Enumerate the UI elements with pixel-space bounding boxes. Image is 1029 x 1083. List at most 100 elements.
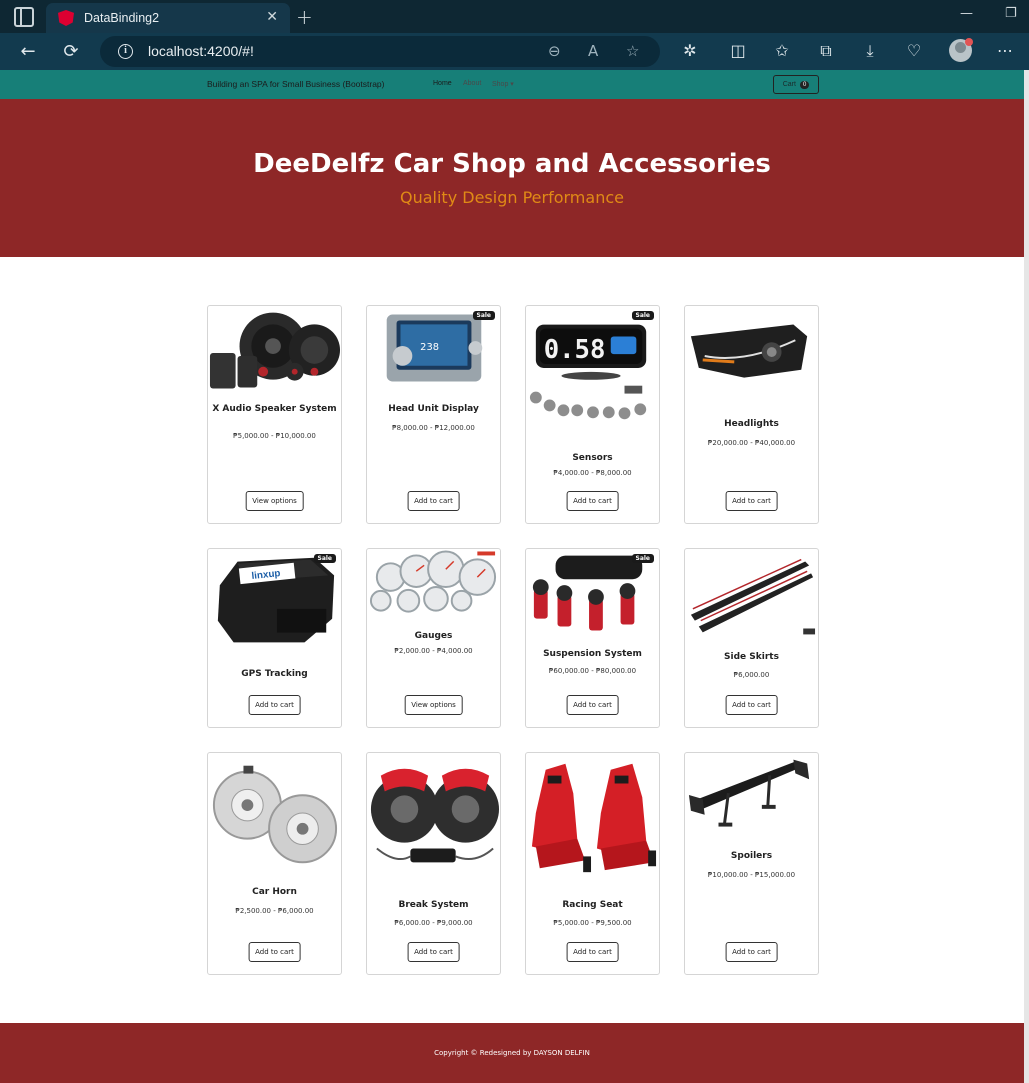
product-name[interactable]: Headlights <box>689 418 814 430</box>
product-name[interactable]: X Audio Speaker System <box>212 403 337 415</box>
product-price: ₱20,000.00 - ₱40,000.00 <box>707 439 796 447</box>
cart-count-badge: 0 <box>799 80 810 89</box>
headlight-image <box>690 324 808 378</box>
product-card-break-system: Break System ₱6,000.00 - ₱9,000.00 Add t… <box>366 752 501 975</box>
product-name[interactable]: Side Skirts <box>689 651 814 663</box>
gauges-image <box>369 550 497 613</box>
product-price: ₱6,000.00 <box>733 671 770 679</box>
refresh-icon[interactable]: ⟳ <box>60 41 82 62</box>
product-card-sensors: 0.58 Sale Sensors ₱4,000.00 - ₱8,000.00 … <box>525 305 660 524</box>
brake-system-image <box>370 768 500 863</box>
page-footer: Copyright © Redesigned by DAYSON DELFIN <box>0 1023 1024 1083</box>
product-card-head-unit: 238 Sale Head Unit Display ₱8,000.00 - ₱… <box>366 305 501 524</box>
cart-button[interactable]: Cart 0 <box>773 75 819 94</box>
sale-badge: Sale <box>631 311 654 320</box>
sensor-display-reading: 0.58 <box>544 335 606 365</box>
back-icon[interactable]: ← <box>17 41 39 62</box>
cart-label: Cart <box>782 81 796 88</box>
new-tab-icon[interactable]: + <box>296 5 313 29</box>
add-to-cart-button[interactable]: Add to cart <box>407 942 460 962</box>
sale-badge: Sale <box>472 311 495 320</box>
browser-tab-bar: DataBinding2 ✕ + — ❐ <box>0 0 1029 33</box>
product-card-racing-seat: Racing Seat ₱5,000.00 - ₱9,500.00 Add to… <box>525 752 660 975</box>
product-card-gps-tracking: linxup Sale GPS Tracking Add to cart <box>207 548 342 728</box>
read-aloud-icon[interactable]: A <box>588 42 598 60</box>
add-to-cart-button[interactable]: Add to cart <box>407 491 460 511</box>
view-options-button[interactable]: View options <box>404 695 463 715</box>
product-price: ₱10,000.00 - ₱15,000.00 <box>707 871 796 879</box>
address-bar[interactable]: i localhost:4200/#! ⊖ A ☆ <box>100 36 660 67</box>
add-to-cart-button[interactable]: Add to cart <box>566 491 619 511</box>
view-options-button[interactable]: View options <box>245 491 304 511</box>
product-card-audio-speaker: X Audio Speaker System ₱5,000.00 - ₱10,0… <box>207 305 342 524</box>
navbar-brand[interactable]: Building an SPA for Small Business (Boot… <box>207 79 384 89</box>
side-skirts-image <box>690 558 816 635</box>
product-name[interactable]: Sensors <box>530 452 655 464</box>
browser-tab[interactable]: DataBinding2 ✕ <box>46 3 290 33</box>
product-price: ₱5,000.00 - ₱9,500.00 <box>553 919 632 927</box>
product-price: ₱2,500.00 - ₱6,000.00 <box>235 907 314 915</box>
product-name[interactable]: Head Unit Display <box>371 403 496 415</box>
product-card-headlights: Headlights ₱20,000.00 - ₱40,000.00 Add t… <box>684 305 819 524</box>
add-to-cart-button[interactable]: Add to cart <box>566 942 619 962</box>
gps-tracker-image: linxup <box>217 557 335 643</box>
add-to-cart-button[interactable]: Add to cart <box>248 695 301 715</box>
page-subtitle: Quality Design Performance <box>400 188 624 207</box>
product-card-car-horn: Car Horn ₱2,500.00 - ₱6,000.00 Add to ca… <box>207 752 342 975</box>
minimize-icon[interactable]: — <box>960 6 973 21</box>
url-text[interactable]: localhost:4200/#! <box>148 43 254 59</box>
product-name[interactable]: Racing Seat <box>530 899 655 911</box>
tab-title: DataBinding2 <box>84 11 160 25</box>
product-price: ₱6,000.00 - ₱9,000.00 <box>394 919 473 927</box>
browser-essentials-icon[interactable]: ♡ <box>903 41 925 60</box>
product-name[interactable]: GPS Tracking <box>212 668 337 680</box>
product-card-side-skirts: Side Skirts ₱6,000.00 Add to cart <box>684 548 819 728</box>
car-horn-image <box>212 765 338 864</box>
product-price: ₱5,000.00 - ₱10,000.00 <box>233 432 316 440</box>
product-card-spoilers: Spoilers ₱10,000.00 - ₱15,000.00 Add to … <box>684 752 819 975</box>
split-screen-icon[interactable]: ◫ <box>727 41 749 60</box>
downloads-icon[interactable]: ⤓ <box>859 41 881 61</box>
tab-actions-icon[interactable] <box>14 6 34 27</box>
tab-close-icon[interactable]: ✕ <box>266 9 278 25</box>
product-name[interactable]: Gauges <box>371 630 496 642</box>
nav-link-home[interactable]: Home <box>433 80 452 87</box>
nav-link-about[interactable]: About <box>463 80 481 87</box>
nav-link-shop[interactable]: Shop ▾ <box>492 80 514 88</box>
favorites-icon[interactable]: ✩ <box>771 41 793 60</box>
add-to-cart-button[interactable]: Add to cart <box>566 695 619 715</box>
site-info-icon[interactable]: i <box>118 44 133 59</box>
restore-icon[interactable]: ❐ <box>1005 6 1017 21</box>
product-name[interactable]: Car Horn <box>212 886 337 898</box>
product-name[interactable]: Break System <box>371 899 496 911</box>
collections-icon[interactable]: ⧉ <box>815 41 837 61</box>
product-card-gauges: Gauges ₱2,000.00 - ₱4,000.00 View option… <box>366 548 501 728</box>
sale-badge: Sale <box>313 554 336 563</box>
add-to-cart-button[interactable]: Add to cart <box>725 942 778 962</box>
spoiler-image <box>688 759 810 827</box>
zoom-out-icon[interactable]: ⊖ <box>548 42 561 60</box>
product-price: ₱2,000.00 - ₱4,000.00 <box>394 647 473 655</box>
add-to-cart-button[interactable]: Add to cart <box>248 942 301 962</box>
product-card-suspension: Sale Suspension System ₱60,000.00 - ₱80,… <box>525 548 660 728</box>
footer-copyright: Copyright © Redesigned by DAYSON DELFIN <box>434 1049 590 1057</box>
browser-toolbar: ← ⟳ i localhost:4200/#! ⊖ A ☆ ✲ ◫ ✩ ⧉ ⤓ … <box>0 33 1029 70</box>
product-name[interactable]: Suspension System <box>530 648 655 660</box>
racing-seat-image <box>531 763 657 873</box>
more-menu-icon[interactable]: ⋯ <box>994 41 1016 60</box>
scrollbar-track[interactable] <box>1024 70 1029 1083</box>
page-header: DeeDelfz Car Shop and Accessories Qualit… <box>0 99 1024 257</box>
extensions-icon[interactable]: ✲ <box>679 41 701 60</box>
profile-notification-dot <box>965 38 973 46</box>
product-name[interactable]: Spoilers <box>689 850 814 862</box>
add-to-cart-button[interactable]: Add to cart <box>725 695 778 715</box>
page-title: DeeDelfz Car Shop and Accessories <box>253 149 771 179</box>
add-to-cart-button[interactable]: Add to cart <box>725 491 778 511</box>
product-price: ₱60,000.00 - ₱80,000.00 <box>548 667 637 675</box>
speaker-system-image <box>209 312 341 389</box>
product-price: ₱4,000.00 - ₱8,000.00 <box>553 469 632 477</box>
product-price: ₱8,000.00 - ₱12,000.00 <box>392 424 475 432</box>
favorite-star-icon[interactable]: ☆ <box>626 42 639 60</box>
parking-sensors-image: 0.58 <box>529 324 647 420</box>
sale-badge: Sale <box>631 554 654 563</box>
